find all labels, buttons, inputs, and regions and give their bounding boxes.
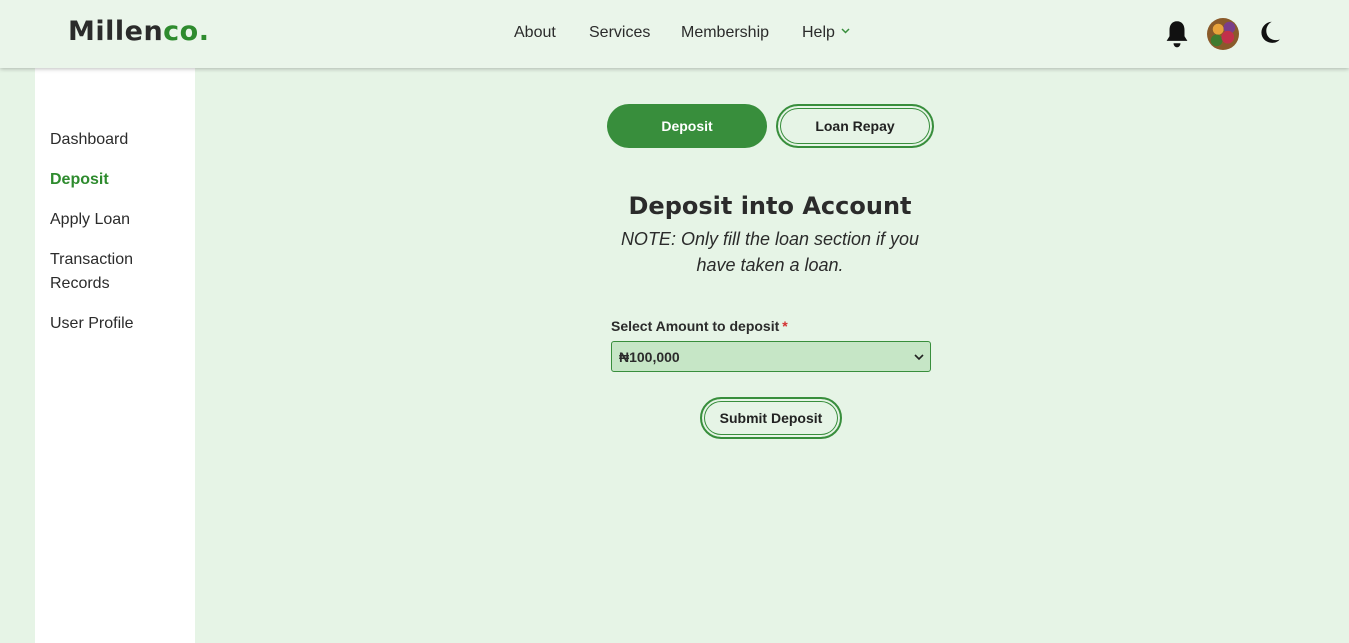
nav-help-label: Help — [802, 24, 835, 41]
avatar[interactable] — [1207, 18, 1239, 50]
nav-membership[interactable]: Membership — [681, 24, 769, 42]
tab-deposit[interactable]: Deposit — [607, 104, 767, 148]
chevron-down-icon — [914, 354, 924, 361]
tab-loan-repay[interactable]: Loan Repay — [776, 104, 934, 148]
brand-accent: co. — [163, 16, 210, 47]
required-mark: * — [782, 318, 788, 334]
loan-note: NOTE: Only fill the loan section if you … — [620, 229, 920, 275]
sidebar-item-apply-loan[interactable]: Apply Loan — [50, 208, 190, 232]
amount-select[interactable]: ₦100,000 — [611, 341, 931, 372]
amount-label-text: Select Amount to deposit — [611, 318, 780, 334]
sidebar-item-transaction-records[interactable]: Transaction Records — [50, 248, 190, 296]
sidebar-item-dashboard[interactable]: Dashboard — [50, 128, 190, 152]
amount-select-value: ₦100,000 — [619, 349, 680, 365]
chevron-down-icon — [841, 28, 850, 34]
nav-about[interactable]: About — [514, 24, 556, 42]
page-title: Deposit into Account — [628, 192, 912, 220]
brand-logo[interactable]: Millenco. — [68, 16, 209, 47]
brand-name: Millen — [68, 16, 164, 47]
moon-icon[interactable] — [1256, 19, 1282, 45]
nav-services[interactable]: Services — [589, 24, 650, 42]
bell-icon[interactable] — [1163, 19, 1191, 49]
top-navbar: Millenco. About Services Membership Help — [0, 0, 1349, 68]
submit-deposit-button[interactable]: Submit Deposit — [700, 397, 842, 439]
sidebar-item-user-profile[interactable]: User Profile — [50, 312, 190, 336]
sidebar-item-deposit[interactable]: Deposit — [50, 168, 190, 192]
amount-label: Select Amount to deposit * — [611, 318, 788, 334]
sidebar: Dashboard Deposit Apply Loan Transaction… — [35, 68, 195, 643]
nav-help[interactable]: Help — [802, 24, 850, 42]
